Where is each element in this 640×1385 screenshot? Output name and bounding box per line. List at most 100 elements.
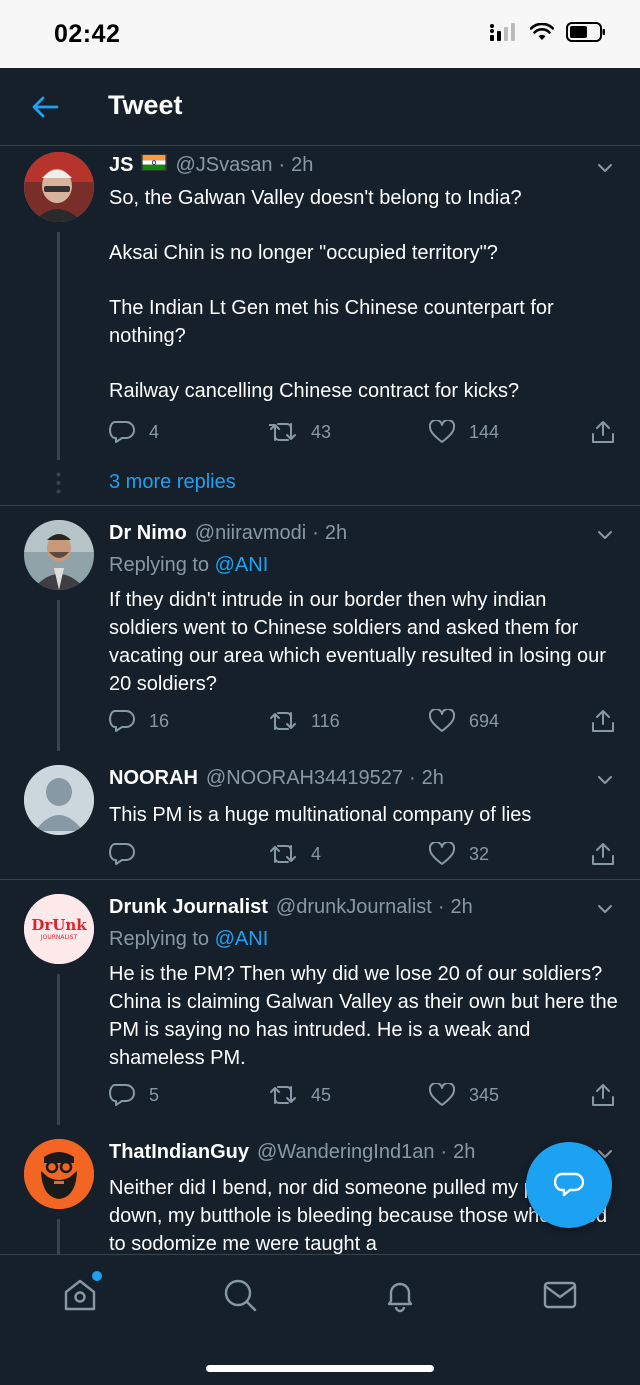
replying-to-label: Replying to [109, 928, 210, 950]
retweet-count: 43 [311, 421, 332, 442]
reply-icon [109, 421, 135, 443]
tweet-header: JS @JSvasan · 2h [109, 154, 580, 182]
wifi-icon [530, 23, 554, 40]
separator-dot: · [408, 767, 416, 789]
retweet-count: 4 [311, 843, 322, 864]
tweet-paragraph: Railway cancelling Chinese contract for … [109, 380, 520, 402]
user-handle[interactable]: @JSvasan [175, 154, 272, 177]
tweet-paragraph: The Indian Lt Gen met his Chinese counte… [109, 297, 554, 347]
tab-home[interactable] [60, 1271, 102, 1315]
separator-dot: · [312, 522, 319, 544]
avatar[interactable] [24, 765, 94, 835]
status-icons [490, 22, 606, 42]
share-icon [592, 710, 614, 732]
user-handle[interactable]: @NOORAH34419527 [206, 767, 403, 790]
tweet-text: He is the PM? Then why did we lose 20 of… [109, 963, 618, 1069]
tweet[interactable]: JS @JSvasan · 2h So, the Galwan Valley d… [0, 146, 640, 506]
tweet[interactable]: DrUnk JOURNALIST Drunk Journalist @drunk… [0, 880, 640, 1125]
tweet[interactable]: Dr Nimo @niiravmodi · 2h Replying to @AN… [0, 506, 640, 751]
signal-icon [490, 23, 515, 41]
user-handle[interactable]: @WanderingInd1an [257, 1141, 434, 1164]
share-icon [592, 1084, 614, 1106]
tweet-actions: 4 32 [109, 842, 619, 870]
retweet-button[interactable]: 116 [269, 709, 340, 733]
retweet-button[interactable]: 43 [269, 420, 331, 444]
like-count: 345 [469, 1084, 500, 1105]
home-indicator[interactable] [206, 1365, 434, 1372]
chevron-down-icon[interactable] [596, 900, 614, 918]
avatar[interactable] [24, 1139, 94, 1209]
tweet[interactable]: NOORAH @NOORAH34419527 · 2h This PM is a… [0, 751, 640, 879]
retweet-button[interactable]: 45 [269, 1083, 331, 1107]
back-arrow-icon [32, 96, 59, 118]
notification-dot [92, 1271, 102, 1281]
separator-dot: · [278, 154, 286, 176]
tweet-header: ThatIndianGuy @WanderingInd1an · 2h [109, 1141, 580, 1169]
heart-icon [429, 709, 455, 732]
chevron-down-icon[interactable] [596, 159, 614, 177]
share-button[interactable] [591, 842, 615, 866]
retweet-icon [269, 423, 296, 441]
like-count: 144 [469, 421, 500, 442]
like-button[interactable]: 345 [429, 1083, 499, 1107]
timestamp: 2h [453, 1141, 476, 1163]
reply-icon [109, 843, 135, 865]
status-bar: 02:42 [0, 0, 640, 68]
avatar[interactable] [24, 520, 94, 590]
reply-icon [109, 1084, 135, 1106]
display-name[interactable]: NOORAH [109, 767, 198, 790]
tab-messages[interactable] [540, 1275, 580, 1315]
tweet-header: NOORAH @NOORAH34419527 · 2h [109, 767, 580, 795]
avatar[interactable] [24, 152, 94, 222]
status-time: 02:42 [54, 20, 121, 48]
tab-notifications[interactable] [380, 1275, 420, 1315]
thread-line [57, 1219, 60, 1254]
share-button[interactable] [591, 420, 615, 444]
chevron-down-icon[interactable] [596, 526, 614, 544]
compose-reply-button[interactable] [526, 1142, 612, 1228]
home-icon [64, 1279, 96, 1311]
timeline[interactable]: JS @JSvasan · 2h So, the Galwan Valley d… [0, 146, 640, 1254]
avatar-text-top: DrUnk [31, 916, 87, 934]
share-button[interactable] [591, 709, 615, 733]
reply-button[interactable] [109, 842, 149, 866]
display-name[interactable]: Drunk Journalist [109, 896, 268, 919]
display-name[interactable]: JS [109, 154, 133, 177]
replying-to-handle[interactable]: @ANI [215, 928, 269, 950]
tweet-actions: 4 43 144 [109, 420, 619, 448]
reply-button[interactable]: 4 [109, 420, 159, 444]
tweet-paragraph: So, the Galwan Valley doesn't belong to … [109, 187, 522, 209]
like-button[interactable]: 144 [429, 420, 499, 444]
display-name[interactable]: ThatIndianGuy [109, 1141, 249, 1164]
thread-line [57, 232, 60, 460]
retweet-icon [270, 1086, 296, 1104]
tweet-header: Drunk Journalist @drunkJournalist · 2h [109, 896, 580, 924]
mail-icon [543, 1281, 577, 1309]
bell-icon [387, 1282, 413, 1313]
replying-to-handle[interactable]: @ANI [215, 554, 269, 576]
share-icon [592, 843, 614, 865]
like-button[interactable]: 32 [429, 842, 489, 866]
display-name[interactable]: Dr Nimo [109, 522, 187, 545]
user-handle[interactable]: @drunkJournalist [276, 896, 432, 919]
reply-button[interactable]: 5 [109, 1083, 159, 1107]
avatar[interactable]: DrUnk JOURNALIST [24, 894, 94, 964]
more-replies-link[interactable]: 3 more replies [109, 471, 236, 494]
chevron-down-icon[interactable] [596, 771, 614, 789]
separator-dot: · [437, 896, 445, 918]
tweet-paragraph: Aksai Chin is no longer "occupied territ… [109, 242, 498, 264]
reply-button[interactable]: 16 [109, 709, 169, 733]
retweet-button[interactable]: 4 [269, 842, 321, 866]
user-handle[interactable]: @niiravmodi [195, 522, 306, 545]
heart-icon [429, 1083, 455, 1106]
back-button[interactable] [28, 90, 62, 124]
like-button[interactable]: 694 [429, 709, 499, 733]
timestamp: 2h [421, 767, 444, 789]
tab-search[interactable] [220, 1275, 260, 1315]
tweet-header: Dr Nimo @niiravmodi · 2h [109, 522, 580, 550]
retweet-icon [270, 845, 296, 863]
retweet-icon [270, 712, 296, 730]
india-flag-icon [141, 154, 168, 171]
reply-icon [109, 710, 135, 732]
share-button[interactable] [591, 1083, 615, 1107]
